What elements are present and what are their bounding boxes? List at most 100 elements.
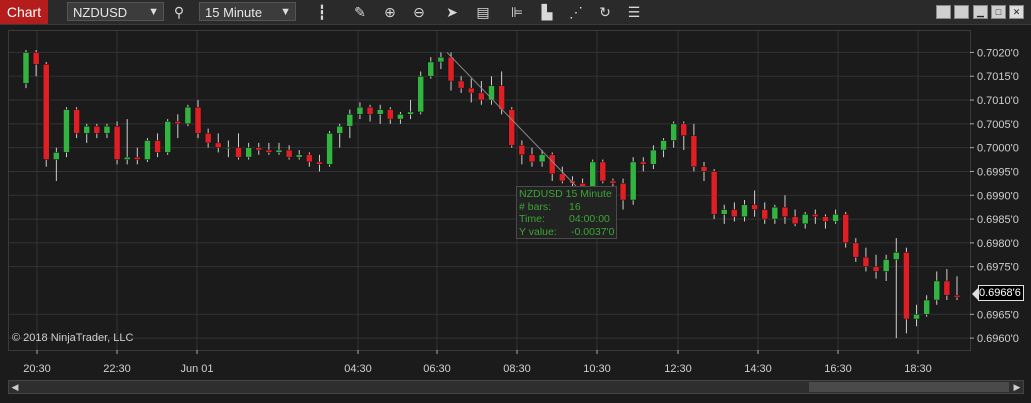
candle-down	[468, 87, 475, 94]
candle-down	[731, 209, 738, 217]
candle-up	[660, 140, 667, 151]
candle-up	[923, 299, 930, 315]
candle-down	[903, 252, 910, 320]
candle-up	[295, 154, 303, 158]
candle-up	[144, 140, 151, 160]
candle-up	[103, 125, 111, 134]
candle-down	[265, 149, 273, 153]
time-axis-label: 06:30	[423, 363, 451, 375]
candle-up	[397, 114, 404, 120]
candle-up	[933, 280, 941, 301]
candle-down	[559, 173, 566, 182]
candle-down	[73, 109, 80, 134]
candle-down	[953, 294, 961, 298]
candle-down	[943, 280, 951, 296]
candle-up	[164, 121, 171, 153]
candle-up	[22, 52, 30, 84]
candle-down	[154, 140, 161, 153]
candle-up	[275, 149, 283, 153]
price-axis-label: 0.6985'0	[977, 214, 1019, 226]
candle-down	[316, 161, 323, 165]
info-bars-label: # bars:	[519, 200, 552, 213]
candle-up	[53, 152, 60, 160]
price-axis-label: 0.6965'0	[977, 309, 1019, 321]
candle-down	[447, 56, 455, 82]
time-axis-label: 08:30	[503, 363, 531, 375]
candle-down	[93, 125, 101, 134]
time-axis-label: 18:30	[904, 363, 932, 375]
price-axis-label: 0.6990'0	[977, 190, 1019, 202]
candle-up	[913, 314, 920, 320]
candle-up	[336, 125, 343, 134]
candle-up	[771, 206, 779, 220]
time-axis-label: 10:30	[583, 363, 611, 375]
candle-down	[215, 142, 222, 148]
scroll-thumb[interactable]	[809, 382, 1009, 392]
candle-down	[366, 106, 374, 115]
candle-down	[508, 109, 515, 146]
candle-up	[225, 147, 232, 149]
candle-down	[498, 85, 505, 110]
time-axis-label: 20:30	[23, 363, 51, 375]
candle-up	[721, 209, 728, 215]
candle-up	[650, 149, 657, 165]
candle-down	[32, 52, 40, 65]
candle-up	[538, 154, 546, 163]
candle-down	[174, 121, 182, 125]
candle-down	[862, 256, 870, 267]
candle-up	[427, 61, 435, 77]
measure-info-box: NZDUSD 15 Minute # bars: 16 Time: 04:00:00…	[516, 186, 617, 239]
candle-up	[670, 123, 677, 141]
candle-down	[852, 242, 860, 258]
candle-down	[42, 64, 50, 160]
candle-up	[63, 109, 70, 153]
info-bars-value: 16	[569, 200, 581, 213]
candle-down	[751, 204, 758, 210]
candle-up	[407, 111, 414, 115]
candle-up	[83, 125, 90, 134]
price-axis-label: 0.7020'0	[977, 47, 1019, 59]
candle-up	[741, 204, 748, 217]
scroll-left-icon[interactable]: ◀	[9, 381, 21, 393]
candle-up	[629, 161, 637, 201]
candle-down	[872, 266, 880, 272]
candle-down	[235, 147, 242, 158]
candle-down	[194, 106, 202, 134]
candle-down	[478, 92, 485, 101]
candle-up	[245, 147, 252, 158]
time-axis-label: 16:30	[824, 363, 852, 375]
time-axis-label: 14:30	[744, 363, 772, 375]
candle-down	[518, 145, 526, 156]
candle-up	[326, 133, 333, 165]
time-axis-label: 22:30	[103, 363, 131, 375]
candle-down	[113, 125, 121, 160]
time-axis-label: 04:30	[344, 363, 372, 375]
candle-down	[457, 80, 465, 89]
candle-down	[204, 133, 212, 144]
candle-up	[184, 106, 192, 125]
price-axis-label: 0.7015'0	[977, 71, 1019, 83]
candle-down	[528, 154, 536, 163]
price-axis-label: 0.6995'0	[977, 166, 1019, 178]
candle-up	[417, 75, 424, 113]
candle-up	[376, 109, 384, 115]
candle-down	[761, 209, 768, 220]
candle-down	[842, 214, 849, 244]
candle-down	[134, 156, 141, 160]
candle-down	[781, 206, 789, 217]
candle-down	[690, 135, 698, 167]
candle-down	[791, 216, 799, 225]
candle-down	[822, 216, 829, 222]
info-y-value: -0.0037'0	[571, 225, 615, 238]
horizontal-scrollbar[interactable]: ◀ ▶	[8, 380, 1024, 394]
time-axis-label: Jun 01	[180, 363, 213, 375]
price-axis-label: 0.7005'0	[977, 119, 1019, 131]
candle-down	[609, 180, 617, 184]
candle-down	[680, 123, 688, 136]
candle-down	[700, 166, 708, 172]
candle-up	[356, 106, 364, 115]
price-axis-label: 0.6975'0	[977, 262, 1019, 274]
scroll-right-icon[interactable]: ▶	[1011, 381, 1023, 393]
candle-down	[599, 161, 607, 182]
info-y-label: Y value:	[519, 225, 557, 238]
